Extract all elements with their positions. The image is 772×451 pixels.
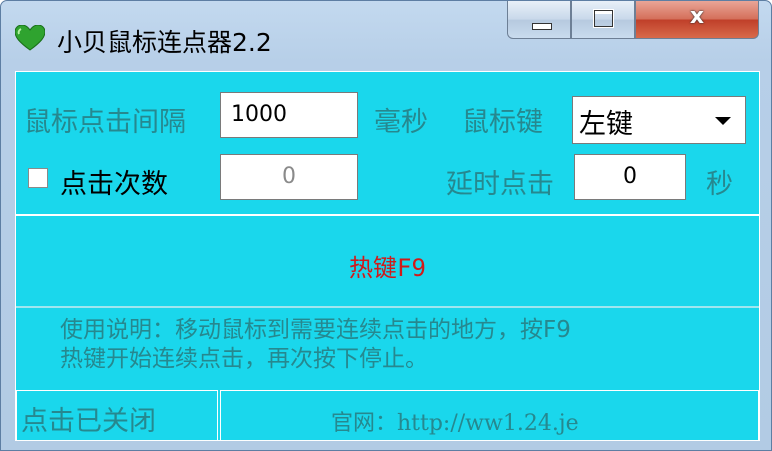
- status-bar: 点击已关闭 官网：http://ww1.24.je: [16, 390, 759, 440]
- status-text: 点击已关闭: [21, 406, 156, 437]
- close-button[interactable]: x: [635, 1, 759, 39]
- hotkey-label: 热键F9: [349, 254, 426, 282]
- maximize-button[interactable]: [571, 1, 635, 39]
- minimize-button[interactable]: [507, 1, 571, 39]
- website-link[interactable]: 官网：http://ww1.24.je: [331, 405, 579, 437]
- app-window: 小贝鼠标连点器2.2 x 鼠标点击间隔 1000 毫秒 鼠标键 左键 点击次数 …: [0, 0, 772, 451]
- instructions-line: 热键开始连续点击，再次按下停止。: [60, 346, 428, 372]
- minimize-icon: [532, 23, 552, 30]
- delay-input[interactable]: 0: [574, 154, 686, 200]
- mouse-key-select[interactable]: 左键: [572, 96, 746, 144]
- status-panel-website: 官网：http://ww1.24.je: [220, 390, 759, 440]
- window-title: 小贝鼠标连点器2.2: [57, 28, 272, 57]
- status-panel-state: 点击已关闭: [16, 390, 218, 440]
- title-bar[interactable]: 小贝鼠标连点器2.2 x: [1, 1, 771, 67]
- interval-unit: 毫秒: [374, 107, 428, 138]
- instructions: 使用说明：移动鼠标到需要连续点击的地方，按F9 热键开始连续点击，再次按下停止。: [60, 316, 740, 374]
- click-count-input[interactable]: 0: [220, 154, 358, 200]
- client-area: 鼠标点击间隔 1000 毫秒 鼠标键 左键 点击次数 0 延时点击 0 秒 热键…: [15, 71, 760, 441]
- click-count-label[interactable]: 点击次数: [60, 162, 168, 201]
- maximize-icon: [594, 10, 613, 27]
- delay-label: 延时点击: [446, 169, 554, 200]
- instructions-line: 使用说明：移动鼠标到需要连续点击的地方，按F9: [60, 317, 571, 343]
- divider: [16, 214, 759, 216]
- interval-label: 鼠标点击间隔: [24, 107, 186, 138]
- close-icon: x: [689, 4, 705, 29]
- chevron-down-icon: [715, 117, 731, 125]
- green-heart-icon: [15, 25, 45, 51]
- mouse-key-label: 鼠标键: [462, 107, 543, 138]
- click-count-checkbox[interactable]: [28, 168, 48, 188]
- delay-unit: 秒: [706, 169, 733, 200]
- mouse-key-value: 左键: [579, 109, 633, 140]
- interval-input[interactable]: 1000: [220, 92, 358, 138]
- divider: [16, 306, 759, 308]
